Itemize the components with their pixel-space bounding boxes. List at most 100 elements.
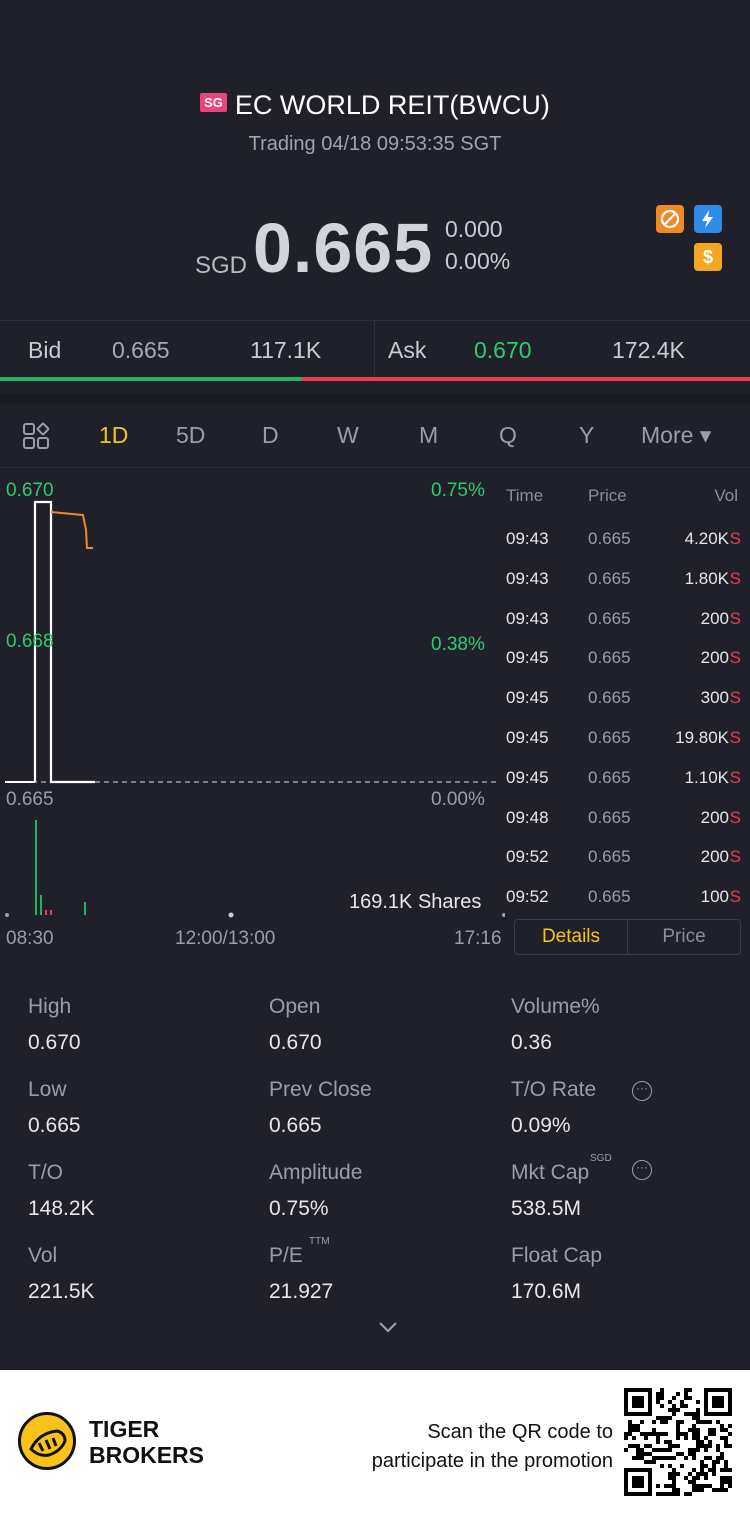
tiger-logo-icon [18,1412,76,1470]
chart-layout-icon[interactable] [22,422,50,450]
stock-name[interactable]: EC WORLD REIT(BWCU) [235,90,550,120]
intraday-chart[interactable]: 0.670 0.668 0.665 0.75% 0.38% 0.00% [0,470,506,950]
tab-1d[interactable]: 1D [99,422,128,449]
ask-price: 0.670 [474,337,532,363]
stat-label: Vol [28,1244,58,1267]
brand-line: BROKERS [89,1442,205,1468]
trade-row: 09:43 0.665 1.80K S [505,569,750,609]
price-change-pct: 0.00% [445,248,511,274]
col-price: Price [588,486,627,505]
tab-month[interactable]: M [419,422,438,449]
stat-low: Low 0.665 [28,1078,258,1138]
trade-time: 09:52 [506,847,549,867]
promo-line: participate in the promotion [371,1450,613,1472]
tab-more[interactable]: More ▾ [641,422,711,449]
pe-ttm: TTM [309,1236,330,1247]
details-tab[interactable]: Details [515,920,628,954]
bid-ratio-fill [0,377,303,381]
x-label-close: 17:16 [454,928,502,949]
trade-price: 0.665 [588,608,631,628]
bid-price: 0.665 [112,337,170,363]
stat-value: 0.75% [269,1197,329,1220]
stat-value: 170.6M [511,1280,582,1303]
col-vol: Vol [714,486,738,505]
trade-time: 09:43 [506,529,549,548]
trade-time: 09:45 [506,648,549,668]
stat-high: High 0.670 [28,995,258,1055]
y-label-high: 0.670 [6,480,54,501]
trade-time: 09:43 [506,608,549,628]
qr-code-icon[interactable] [624,1388,732,1496]
tab-quarter[interactable]: Q [499,422,517,449]
bid-label: Bid [28,337,62,363]
stat-value: 0.665 [28,1114,81,1137]
tab-day[interactable]: D [262,422,279,449]
stat-open: Open 0.670 [269,995,499,1055]
trade-price: 0.665 [588,728,631,747]
trade-side: S [729,767,741,787]
no-short-sell-icon[interactable] [656,205,684,233]
dollar-icon[interactable]: $ [694,243,722,271]
y-pct-high: 0.75% [431,480,485,501]
stat-mkt-cap: Mkt Cap 538.5M [511,1161,741,1221]
quote-header: SG EC WORLD REIT(BWCU) Trading 04/18 09:5… [0,0,750,320]
trade-volume: 200 [700,847,729,867]
trade-volume: 200 [700,608,729,628]
stat-label: Amplitude [269,1161,363,1184]
trade-row: 09:45 0.665 200 S [505,648,750,688]
more-info-icon[interactable]: ··· [632,1160,652,1180]
stat-label: Mkt Cap [511,1161,590,1184]
stat-label: Open [269,995,321,1018]
tab-week[interactable]: W [337,422,359,449]
stat-label: Volume% [511,995,600,1018]
stat-label: T/O Rate [511,1078,597,1101]
trade-side: S [729,728,741,747]
bid-volume: 117.1K [250,337,322,363]
trade-price: 0.665 [588,568,631,588]
price-tab[interactable]: Price [628,920,740,954]
trade-volume: 300 [700,688,729,708]
trade-volume: 4.20K [684,529,729,548]
stat-volume-pct: Volume% 0.36 [511,995,741,1055]
period-tabs: 1D 5D D W M Q Y More ▾ [0,394,750,468]
stat-value: 538.5M [511,1197,582,1220]
stat-label: Low [28,1078,67,1101]
flash-icon[interactable] [694,205,722,233]
chevron-down-icon[interactable] [378,1320,398,1334]
session-dot [5,913,9,917]
trade-time: 09:45 [506,688,549,708]
stat-label: P/E [269,1244,303,1267]
stat-value: 0.09% [511,1114,571,1137]
quote-stats: High 0.670 Open 0.670 Volume% 0.36 Low 0… [0,985,750,1370]
stat-label: High [28,995,72,1018]
bid-ask-bar[interactable]: Bid 0.665 117.1K Ask 0.670 172.4K [0,320,750,379]
mkt-cap-currency: SGD [590,1153,612,1164]
promo-text: Scan the QR code to participate in the p… [372,1418,613,1476]
tab-5d[interactable]: 5D [176,422,205,449]
trade-row: 09:43 0.665 4.20K S [505,529,750,569]
trade-volume: 100 [700,887,729,907]
stat-label: Prev Close [269,1078,372,1101]
ask-label: Ask [388,337,427,363]
stat-label: Float Cap [511,1244,603,1267]
x-label-open: 08:30 [6,928,54,949]
trade-time: 09:43 [506,568,549,588]
more-info-icon[interactable]: ··· [632,1081,652,1101]
trade-volume: 200 [700,807,729,827]
stat-value: 21.927 [269,1280,334,1303]
trade-side: S [729,807,741,827]
stat-prev-close: Prev Close 0.665 [269,1078,499,1138]
stat-value: 148.2K [28,1197,95,1220]
currency: SGD [195,252,248,279]
y-pct-mid: 0.38% [431,634,485,655]
trade-side: S [729,887,741,907]
tab-year[interactable]: Y [579,422,594,449]
trade-row: 09:45 0.665 19.80K S [505,728,750,768]
chart-canvas [5,500,506,918]
trading-status: Trading 04/18 09:53:35 SGT [248,133,502,155]
ticks-toggle: Details Price [514,919,741,955]
trade-volume: 19.80K [675,728,729,747]
trade-side: S [729,688,741,708]
x-label-lunch: 12:00/13:00 [175,928,276,949]
stat-value: 221.5K [28,1280,95,1303]
